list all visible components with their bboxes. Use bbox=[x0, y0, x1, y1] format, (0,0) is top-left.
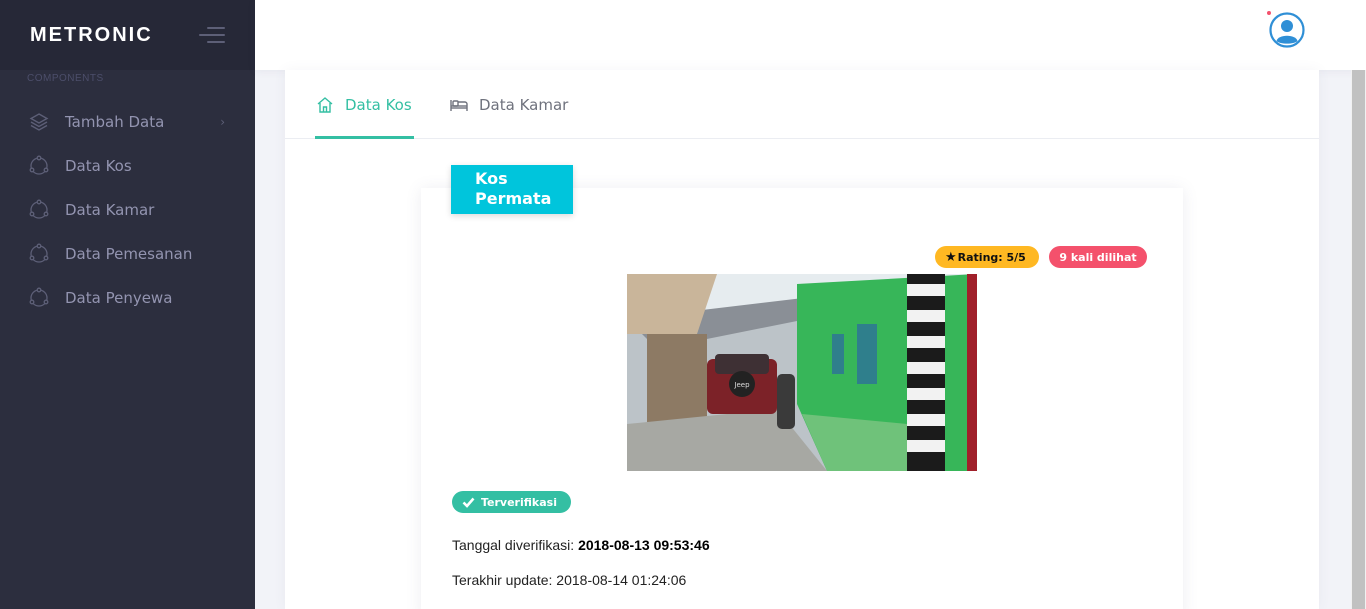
sidebar-item-label: Data Pemesanan bbox=[65, 245, 193, 263]
rating-text: Rating: 5/5 bbox=[957, 250, 1026, 264]
tab-label: Data Kos bbox=[345, 96, 412, 114]
kos-photo: Jeep bbox=[627, 274, 977, 471]
verified-date-value: 2018-08-13 09:53:46 bbox=[578, 537, 710, 553]
views-badge: 9 kali dilihat bbox=[1049, 246, 1147, 268]
tab-data-kamar[interactable]: Data Kamar bbox=[449, 95, 568, 115]
tab-bar: Data Kos Data Kamar bbox=[285, 70, 1319, 139]
circle-dots-icon bbox=[28, 287, 50, 309]
kos-name-ribbon: Kos Permata bbox=[451, 165, 573, 214]
kos-name-line2: Permata bbox=[475, 189, 552, 208]
sidebar-item-data-kos[interactable]: Data Kos bbox=[0, 144, 255, 188]
sidebar: METRONIC COMPONENTS Tambah Data › Data K… bbox=[0, 0, 255, 609]
bed-icon bbox=[449, 95, 469, 115]
tab-label: Data Kamar bbox=[479, 96, 569, 114]
updated-date-value: 2018-08-14 01:24:06 bbox=[556, 572, 687, 588]
verified-badge: Terverifikasi bbox=[452, 491, 571, 513]
updated-date-label: Terakhir update: bbox=[452, 572, 553, 588]
sidebar-item-label: Data Kos bbox=[65, 157, 132, 175]
verified-date-row: Tanggal diverifikasi: 2018-08-13 09:53:4… bbox=[452, 537, 710, 553]
circle-dots-icon bbox=[28, 243, 50, 265]
menu-toggle-icon[interactable] bbox=[199, 27, 225, 43]
sidebar-item-label: Tambah Data bbox=[65, 113, 165, 131]
user-avatar-icon[interactable] bbox=[1269, 12, 1305, 48]
kos-name-line1: Kos bbox=[475, 169, 508, 188]
topbar bbox=[255, 0, 1366, 70]
layers-icon bbox=[28, 111, 50, 133]
brand-header: METRONIC bbox=[0, 0, 255, 70]
circle-dots-icon bbox=[28, 155, 50, 177]
brand-logo[interactable]: METRONIC bbox=[30, 24, 153, 47]
content-portlet: Data Kos Data Kamar Kos Permata ★ Rating… bbox=[285, 70, 1319, 609]
active-tab-indicator bbox=[315, 136, 414, 139]
chevron-right-icon: › bbox=[220, 115, 225, 129]
sidebar-section-label: COMPONENTS bbox=[27, 73, 104, 84]
sidebar-item-data-kamar[interactable]: Data Kamar bbox=[0, 188, 255, 232]
tab-data-kos[interactable]: Data Kos bbox=[315, 95, 412, 115]
sidebar-item-tambah-data[interactable]: Tambah Data › bbox=[0, 100, 255, 144]
circle-dots-icon bbox=[28, 199, 50, 221]
home-icon bbox=[315, 95, 335, 115]
check-icon bbox=[462, 497, 475, 508]
updated-date-row: Terakhir update: 2018-08-14 01:24:06 bbox=[452, 572, 686, 588]
star-icon: ★ bbox=[945, 249, 957, 265]
sidebar-item-label: Data Penyewa bbox=[65, 289, 173, 307]
sidebar-item-data-penyewa[interactable]: Data Penyewa bbox=[0, 276, 255, 320]
verified-date-label: Tanggal diverifikasi: bbox=[452, 537, 575, 553]
rating-badge: ★ Rating: 5/5 bbox=[935, 246, 1039, 268]
sidebar-item-data-pemesanan[interactable]: Data Pemesanan bbox=[0, 232, 255, 276]
page-scrollbar[interactable] bbox=[1351, 70, 1366, 609]
verified-text: Terverifikasi bbox=[481, 495, 557, 509]
sidebar-item-label: Data Kamar bbox=[65, 201, 155, 219]
scrollbar-thumb[interactable] bbox=[1352, 70, 1365, 609]
svg-text:Jeep: Jeep bbox=[733, 381, 750, 389]
